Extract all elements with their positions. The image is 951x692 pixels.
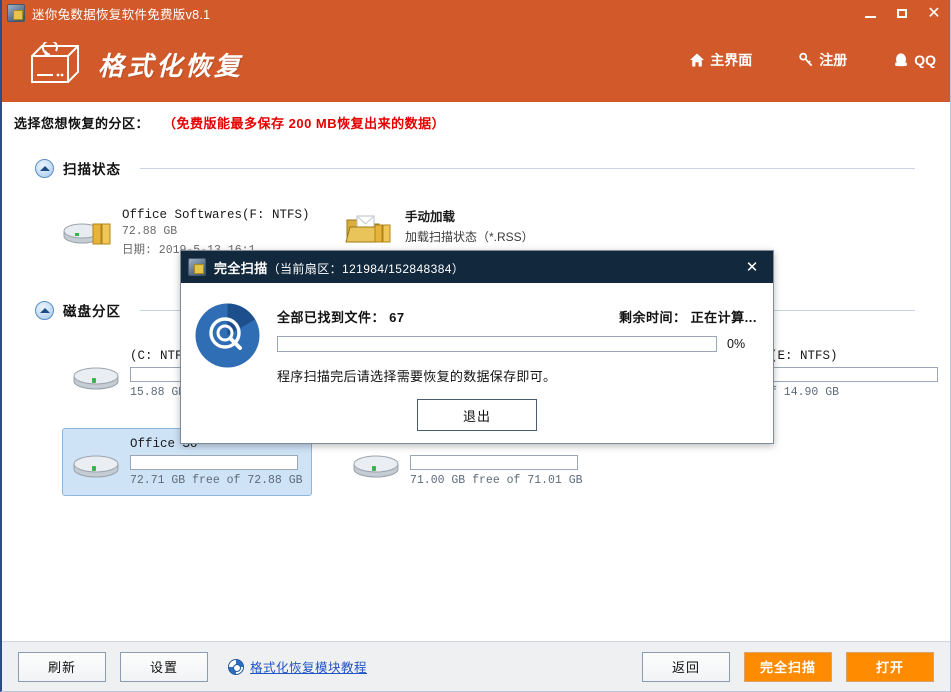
dialog-close-button[interactable]: ✕ [731, 251, 773, 283]
window-controls: ✕ [854, 0, 950, 26]
home-icon [689, 52, 705, 68]
nav-label-register: 注册 [819, 52, 848, 68]
scan-progress-percent: 0% [727, 337, 746, 351]
back-button[interactable]: 返回 [642, 651, 730, 682]
key-icon [798, 52, 814, 68]
dialog-exit-button[interactable]: 退出 [417, 399, 537, 431]
partition-free-e: f 14.90 GB [770, 386, 840, 399]
nav-item-qq[interactable]: QQ [893, 52, 936, 68]
partition-title-e: (E: NTFS) [770, 349, 838, 363]
scan-status-title: Office Softwares(F: NTFS) [122, 208, 310, 222]
dialog-title: 完全扫描（当前扇区：121984/152848384） [214, 258, 464, 277]
help-tutorial-link[interactable]: 格式化恢复模块教程 [228, 657, 367, 676]
section-header-scan-status[interactable]: 扫描状态 [35, 158, 915, 178]
disk-icon [71, 356, 125, 396]
help-tutorial-label: 格式化恢复模块教程 [250, 661, 368, 675]
disk-icon [351, 444, 405, 484]
window-titlebar: 迷你兔数据恢复软件免费版v8.1 ✕ [2, 0, 950, 26]
section-title-disk-partitions: 磁盘分区 [63, 304, 121, 319]
dialog-titlebar: 完全扫描（当前扇区：121984/152848384） ✕ [181, 251, 773, 283]
scan-progress-bar [277, 336, 717, 352]
nav-label-qq: QQ [914, 52, 936, 68]
dialog-title-sub: （当前扇区：121984/152848384） [267, 261, 465, 276]
bottom-toolbar-right: 返回 完全扫描 打开 [642, 651, 934, 682]
dialog-hint-text: 程序扫描完后请选择需要恢复的数据保存即可。 [277, 369, 557, 384]
partition-free-office: 72.71 GB free of 72.88 GB [130, 474, 303, 487]
partition-usage-bar-office [130, 455, 298, 470]
magnifier-scan-icon [195, 303, 260, 368]
folder-open-icon [345, 210, 399, 250]
instruction-warning: （免费版能最多保存 200 MB恢复出来的数据） [163, 115, 446, 131]
disk-icon [71, 444, 125, 484]
dialog-title-main: 完全扫描 [214, 260, 268, 276]
close-icon: ✕ [927, 3, 941, 22]
open-button[interactable]: 打开 [846, 651, 934, 682]
banner-brand-title: 格式化恢复 [98, 50, 244, 81]
settings-button[interactable]: 设置 [120, 651, 208, 682]
close-button[interactable]: ✕ [918, 0, 950, 26]
nav-label-home: 主界面 [710, 52, 753, 68]
chevron-up-icon[interactable] [35, 300, 54, 320]
nav-item-home[interactable]: 主界面 [689, 50, 752, 70]
window-title: 迷你兔数据恢复软件免费版v8.1 [32, 7, 211, 22]
remaining-time-label-text: 剩余时间： [619, 310, 687, 325]
chevron-up-icon[interactable] [35, 158, 54, 178]
instruction-row: 选择您想恢复的分区： （免费版能最多保存 200 MB恢复出来的数据） [2, 102, 950, 142]
qq-penguin-icon [893, 52, 909, 68]
full-scan-button[interactable]: 完全扫描 [744, 651, 832, 682]
manual-load-text: 手动加载 加载扫描状态（*.RSS） [405, 206, 534, 245]
app-banner: 格式化恢复 主界面 注册 QQ [2, 26, 950, 102]
found-files-value: 67 [389, 310, 405, 325]
scan-status-item-manual-load[interactable]: 手动加载 加载扫描状态（*.RSS） [345, 206, 534, 250]
scan-status-size: 72.88 GB [122, 225, 178, 238]
app-icon [7, 4, 25, 22]
refresh-button[interactable]: 刷新 [18, 651, 106, 682]
remaining-time-value: 正在计算... [690, 310, 757, 325]
dialog-body: 全部已找到文件： 67 剩余时间： 正在计算... 0% 程序扫描完后请选择需要… [181, 283, 773, 444]
manual-load-subtitle: 加载扫描状态（*.RSS） [405, 230, 534, 244]
found-files-label-text: 全部已找到文件： [277, 310, 386, 325]
partition-text-office: Office So 72.71 GB free of 72.88 GB [130, 437, 303, 487]
application-window: 迷你兔数据恢复软件免费版v8.1 ✕ 格式化恢复 主界面 注册 QQ 选择您想恢… [0, 0, 951, 692]
partition-free-fourth: 71.00 GB free of 71.01 GB [410, 474, 583, 487]
remaining-time-label: 剩余时间： 正在计算... [619, 307, 757, 326]
nav-item-register[interactable]: 注册 [798, 50, 847, 70]
dialog-progress-row: 0% [277, 336, 757, 352]
bottom-toolbar-left: 刷新 设置 格式化恢复模块教程 [18, 651, 367, 682]
hard-disk-restore-icon [26, 42, 84, 86]
minimize-button[interactable] [854, 0, 886, 26]
maximize-button[interactable] [886, 0, 918, 26]
found-files-label: 全部已找到文件： 67 [277, 307, 405, 326]
bottom-toolbar: 刷新 设置 格式化恢复模块教程 返回 完全扫描 打开 [2, 641, 950, 691]
section-divider [140, 167, 915, 169]
app-icon [188, 258, 206, 276]
section-title-scan-status: 扫描状态 [63, 162, 121, 177]
partition-usage-bar-fourth [410, 455, 578, 470]
manual-load-title: 手动加载 [405, 210, 456, 224]
partition-text-fourth: 71.00 GB free of 71.01 GB [410, 437, 583, 487]
dialog-status-row: 全部已找到文件： 67 剩余时间： 正在计算... [277, 307, 757, 326]
partition-text-e: (E: NTFS) f 14.90 GB [770, 349, 938, 399]
lifebuoy-icon [228, 658, 244, 675]
disk-with-folder-icon [62, 212, 116, 252]
full-scan-dialog: 完全扫描（当前扇区：121984/152848384） ✕ 全部已找到文件： 6… [180, 250, 774, 444]
partition-usage-bar-e [770, 367, 938, 382]
banner-nav: 主界面 注册 QQ [689, 50, 936, 70]
maximize-icon [897, 8, 907, 18]
instruction-label: 选择您想恢复的分区： [14, 115, 150, 131]
minimize-icon [864, 15, 876, 18]
